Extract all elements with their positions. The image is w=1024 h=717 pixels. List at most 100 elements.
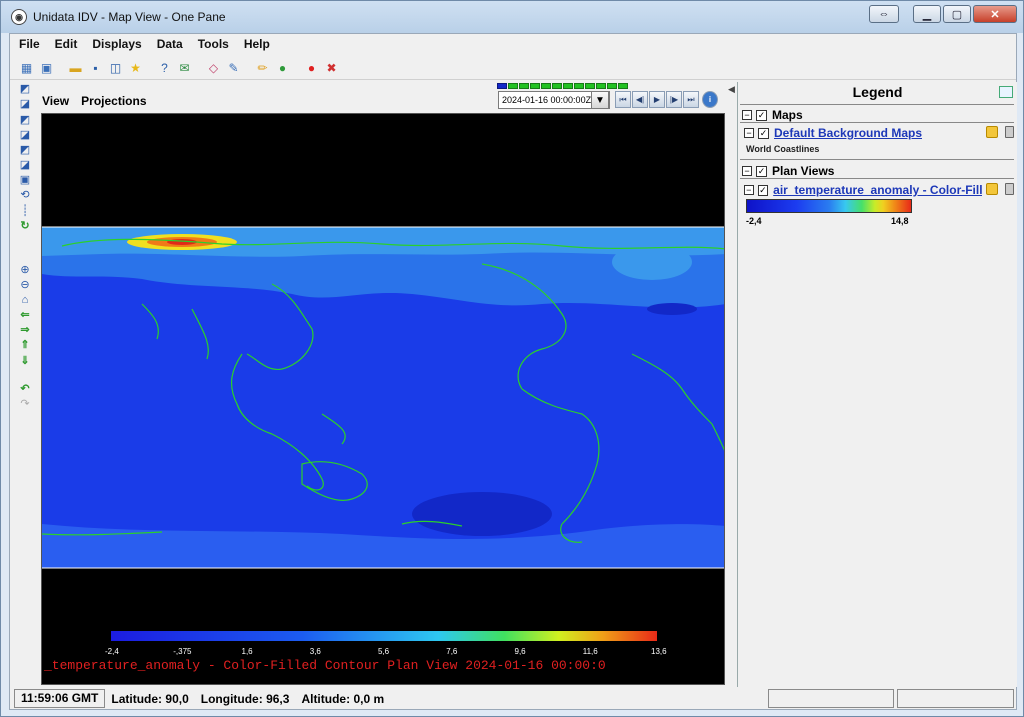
antarctic-cold-region xyxy=(412,492,552,536)
lock-icon[interactable] xyxy=(986,183,998,195)
maps-group-checkbox[interactable]: ✓ xyxy=(756,109,767,121)
view-box-icon[interactable]: ▣ xyxy=(18,173,32,187)
menu-file[interactable]: File xyxy=(13,37,46,51)
undo-icon[interactable]: ↶ xyxy=(18,382,32,396)
view-north-icon[interactable]: ◩ xyxy=(18,112,32,126)
timeline-step[interactable] xyxy=(585,83,595,89)
projections-menu[interactable]: Projections xyxy=(81,94,146,108)
collapse-background-maps-icon[interactable]: − xyxy=(744,128,754,138)
pan-right-icon[interactable]: ⇒ xyxy=(18,323,32,337)
new-window-icon[interactable]: ▣ xyxy=(38,59,55,76)
save-icon[interactable]: ▪ xyxy=(87,59,104,76)
favorite-star-icon[interactable]: ★ xyxy=(127,59,144,76)
title-bar[interactable]: ◉ Unidata IDV - Map View - One Pane ⇔ ▁ … xyxy=(1,1,1023,33)
stop-icon[interactable]: ✖ xyxy=(323,59,340,76)
collapse-plan-views-icon[interactable]: − xyxy=(742,166,752,176)
trash-icon[interactable] xyxy=(1005,183,1014,195)
mail-icon[interactable]: ✉ xyxy=(176,59,193,76)
zoom-out-icon[interactable]: ⊖ xyxy=(18,278,32,292)
step-forward-icon[interactable]: |▶ xyxy=(666,91,682,108)
rotate-icon[interactable]: ⟲ xyxy=(18,188,32,202)
eraser-icon[interactable]: ◇ xyxy=(205,59,222,76)
background-maps-checkbox[interactable]: ✓ xyxy=(758,127,769,139)
step-back-icon[interactable]: ◀| xyxy=(632,91,648,108)
cold-anomaly-atlantic xyxy=(647,303,697,315)
background-maps-link[interactable]: Default Background Maps xyxy=(774,126,922,140)
altitude-label: Altitude: xyxy=(301,691,351,706)
first-frame-icon[interactable]: ⏮ xyxy=(615,91,631,108)
menu-data[interactable]: Data xyxy=(151,37,189,51)
trash-icon[interactable] xyxy=(1005,126,1014,138)
anomaly-layer-checkbox[interactable]: ✓ xyxy=(757,184,769,196)
maps-group-label: Maps xyxy=(772,108,803,122)
view-bottom-icon[interactable]: ◪ xyxy=(18,97,32,111)
plan-views-group-checkbox[interactable]: ✓ xyxy=(756,165,767,177)
pencil-icon[interactable]: ✏ xyxy=(254,59,271,76)
timeline-step[interactable] xyxy=(563,83,573,89)
info-icon[interactable]: i xyxy=(702,91,718,108)
colorbar-tick-label: 3,6 xyxy=(310,647,322,656)
legend-float-icon[interactable] xyxy=(999,86,1013,98)
latitude-label: Latitude: xyxy=(111,691,163,706)
menu-tools[interactable]: Tools xyxy=(192,37,235,51)
last-frame-icon[interactable]: ⏭ xyxy=(683,91,699,108)
view-menu-bar: View Projections xyxy=(42,94,147,108)
globe-icon[interactable]: ● xyxy=(274,59,291,76)
timeline-step[interactable] xyxy=(607,83,617,89)
colorbar-tick-label: 7,6 xyxy=(446,647,458,656)
menu-displays[interactable]: Displays xyxy=(86,37,147,51)
map-colorbar xyxy=(111,631,657,641)
menu-edit[interactable]: Edit xyxy=(49,37,84,51)
maximize-button[interactable]: ▢ xyxy=(943,5,971,23)
timeline-step[interactable] xyxy=(530,83,540,89)
timeline-step[interactable] xyxy=(596,83,606,89)
legend-title: Legend xyxy=(852,84,903,100)
chevron-down-icon[interactable]: ▼ xyxy=(591,91,609,109)
collapse-legend-icon[interactable]: ◀ xyxy=(728,84,735,95)
vertical-scale-icon[interactable]: ┊ xyxy=(18,203,32,217)
timeline-step[interactable] xyxy=(508,83,518,89)
view-west-icon[interactable]: ◪ xyxy=(18,158,32,172)
timeline-step[interactable] xyxy=(618,83,628,89)
status-coordinates: Latitude: 90,0 Longitude: 96,3 Altitude:… xyxy=(111,692,384,706)
lock-icon[interactable] xyxy=(986,126,998,138)
swap-windows-button[interactable]: ⇔ xyxy=(869,5,899,23)
save-all-icon[interactable]: ◫ xyxy=(107,59,124,76)
map-canvas: -2,4 -,375 1,6 3,6 5,6 7,6 9,6 11,6 13,6 _temper… xyxy=(42,226,724,673)
pan-up-icon[interactable]: ⇑ xyxy=(18,338,32,352)
view-top-icon[interactable]: ◩ xyxy=(18,82,32,96)
collapse-maps-icon[interactable]: − xyxy=(742,110,752,120)
plan-views-group-label: Plan Views xyxy=(772,164,835,178)
new-view-icon[interactable]: ▦ xyxy=(18,59,35,76)
reset-icon[interactable]: ↻ xyxy=(18,218,32,232)
timeline-step[interactable] xyxy=(574,83,584,89)
open-folder-icon[interactable]: ▬ xyxy=(67,59,84,76)
record-icon[interactable]: ● xyxy=(303,59,320,76)
view-south-icon[interactable]: ◩ xyxy=(18,143,32,157)
collapse-anomaly-layer-icon[interactable]: − xyxy=(744,185,754,195)
edit-icon[interactable]: ✎ xyxy=(225,59,242,76)
anomaly-layer-link[interactable]: air_temperature_anomaly - Color-Fill... xyxy=(773,183,982,197)
minimize-button[interactable]: ▁ xyxy=(913,5,941,23)
timeline-step[interactable] xyxy=(541,83,551,89)
animation-timeline[interactable] xyxy=(497,83,628,89)
timeline-step[interactable] xyxy=(552,83,562,89)
pan-down-icon[interactable]: ⇓ xyxy=(18,353,32,367)
view-menu[interactable]: View xyxy=(42,94,69,108)
play-icon[interactable]: ▶ xyxy=(649,91,665,108)
map-display[interactable]: -2,4 -,375 1,6 3,6 5,6 7,6 9,6 11,6 13,6 _temper… xyxy=(41,113,725,685)
home-icon[interactable]: ⌂ xyxy=(18,293,32,307)
view-east-icon[interactable]: ◪ xyxy=(18,127,32,141)
close-button[interactable]: ✕ xyxy=(973,5,1017,23)
world-coastlines-label: World Coastlines xyxy=(746,144,820,154)
menu-bar: File Edit Displays Data Tools Help xyxy=(10,34,1016,54)
colorbar-min-label: -2,4 xyxy=(746,216,762,226)
window-controls: ⇔ ▁ ▢ ✕ xyxy=(869,5,1017,23)
timeline-step[interactable] xyxy=(519,83,529,89)
pan-left-icon[interactable]: ⇐ xyxy=(18,308,32,322)
zoom-in-icon[interactable]: ⊕ xyxy=(18,262,32,276)
redo-icon[interactable]: ↷ xyxy=(18,397,32,411)
help-icon[interactable]: ? xyxy=(156,59,173,76)
timeline-step[interactable] xyxy=(497,83,507,89)
menu-help[interactable]: Help xyxy=(238,37,276,51)
